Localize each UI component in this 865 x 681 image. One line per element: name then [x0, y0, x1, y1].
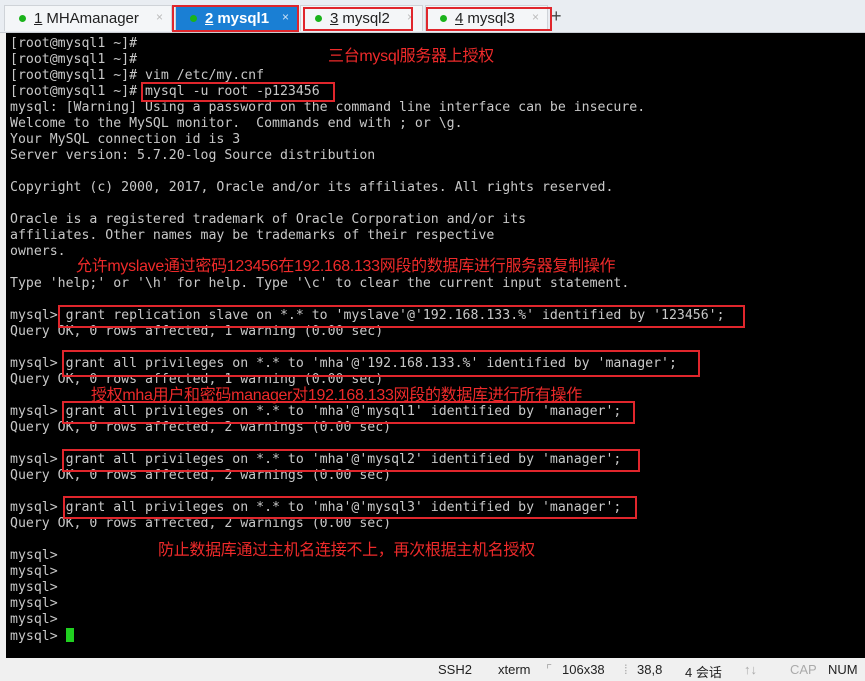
terminal-line: Query OK, 0 rows affected, 2 warnings (0…	[10, 516, 392, 531]
cursor	[65, 628, 74, 642]
tab-bar: 1 MHAmanager × 2 mysql1 × 3 mysql2 × 4 m…	[0, 0, 865, 33]
terminal-line: Server version: 5.7.20-log Source distri…	[10, 148, 376, 163]
terminal-size: 106x38	[562, 662, 605, 677]
connected-icon	[190, 15, 197, 22]
terminal-line: mysql> grant all privileges on *.* to 'm…	[10, 404, 622, 419]
terminal-line: Query OK, 0 rows affected, 2 warnings (0…	[10, 468, 392, 483]
close-icon[interactable]: ×	[156, 10, 163, 24]
annotation: 防止数据库通过主机名连接不上，再次根据主机名授权	[158, 542, 535, 559]
terminal-type: xterm	[498, 662, 531, 677]
terminal-line: Type 'help;' or '\h' for help. Type '\c'…	[10, 276, 630, 291]
terminal-line: Query OK, 0 rows affected, 1 warning (0.…	[10, 324, 384, 339]
connected-icon	[315, 15, 322, 22]
terminal-line: mysql: [Warning] Using a password on the…	[10, 100, 646, 115]
cursor-pos-icon: ⁞	[624, 662, 628, 677]
terminal-line: [root@mysql1 ~]# mysql -u root -p123456	[10, 84, 320, 99]
connected-icon	[19, 15, 26, 22]
tab-number: 3	[330, 10, 339, 27]
terminal-line: mysql>	[10, 596, 58, 611]
terminal-line: Welcome to the MySQL monitor. Commands e…	[10, 116, 463, 131]
tab-label: mysql1	[217, 10, 270, 27]
terminal-line: mysql> grant all privileges on *.* to 'm…	[10, 500, 622, 515]
tab-label: mysql3	[467, 10, 515, 27]
tab-mysql3[interactable]: 4 mysql3 ×	[425, 5, 548, 31]
tab-number: 1	[34, 10, 43, 27]
terminal-line: Copyright (c) 2000, 2017, Oracle and/or …	[10, 180, 614, 195]
annotation: 授权mha用户和密码manager对192.168.133网段的数据库进行所有操…	[91, 387, 582, 404]
terminal-line: affiliates. Other names may be trademark…	[10, 228, 495, 243]
protocol-status: SSH2	[438, 662, 472, 677]
terminal-line: Query OK, 0 rows affected, 2 warnings (0…	[10, 420, 392, 435]
num-lock-indicator: NUM	[828, 662, 858, 677]
tab-mysql2[interactable]: 3 mysql2 ×	[300, 5, 423, 31]
tab-mhamanager[interactable]: 1 MHAmanager ×	[4, 5, 172, 31]
connected-icon	[440, 15, 447, 22]
terminal-line: mysql> grant replication slave on *.* to…	[10, 308, 725, 323]
terminal-line: mysql>	[10, 628, 725, 644]
tab-label: mysql2	[342, 10, 390, 27]
status-bar: SSH2 xterm ⌜ 106x38 ⁞ 38,8 4 会话 ↑↓ CAP N…	[0, 658, 865, 680]
cursor-position: 38,8	[637, 662, 663, 677]
terminal-line: Your MySQL connection id is 3	[10, 132, 241, 147]
tab-mysql1[interactable]: 2 mysql1 ×	[175, 5, 298, 31]
size-icon: ⌜	[546, 662, 553, 677]
terminal-line: mysql>	[10, 564, 58, 579]
terminal-line: [root@mysql1 ~]# vim /etc/my.cnf	[10, 68, 265, 83]
terminal-line: mysql>	[10, 612, 58, 627]
tab-label: MHAmanager	[46, 10, 139, 27]
terminal-line: mysql>	[10, 580, 58, 595]
tab-number: 2	[205, 10, 214, 27]
new-tab-button[interactable]: +	[551, 6, 562, 27]
terminal-line: mysql> grant all privileges on *.* to 'm…	[10, 356, 677, 371]
transfer-arrows-icon: ↑↓	[744, 662, 757, 677]
close-icon[interactable]: ×	[407, 10, 414, 24]
caps-lock-indicator: CAP	[790, 662, 817, 677]
annotation: 三台mysql服务器上授权	[328, 48, 494, 65]
close-icon[interactable]: ×	[532, 10, 539, 24]
close-icon[interactable]: ×	[282, 10, 289, 24]
session-count: 4 会话	[685, 665, 722, 680]
terminal-line: mysql> grant all privileges on *.* to 'm…	[10, 452, 622, 467]
tab-number: 4	[455, 10, 464, 27]
terminal-line: Oracle is a registered trademark of Orac…	[10, 212, 527, 227]
annotation: 允许myslave通过密码123456在192.168.133网段的数据库进行服…	[76, 258, 616, 275]
